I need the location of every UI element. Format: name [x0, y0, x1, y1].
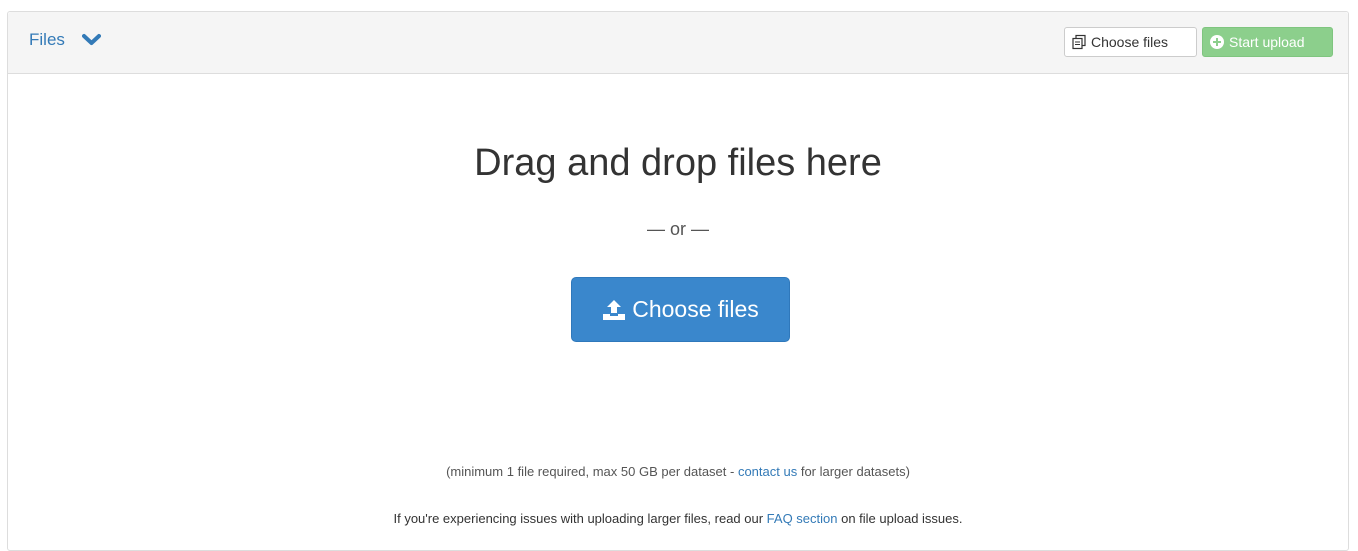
faq-section-link[interactable]: FAQ section — [767, 511, 838, 526]
files-label: Files — [29, 30, 65, 49]
choose-files-small-button[interactable]: Choose files — [1064, 27, 1197, 57]
limits-prefix: (minimum 1 file required, max 50 GB per … — [446, 464, 738, 479]
or-separator: — or — — [646, 219, 709, 239]
plus-circle-icon — [1209, 34, 1225, 50]
chevron-down-icon — [81, 33, 101, 47]
upload-limits-note: (minimum 1 file required, max 50 GB per … — [8, 464, 1348, 479]
copy-files-icon — [1071, 34, 1087, 50]
limits-suffix: for larger datasets) — [797, 464, 910, 479]
start-upload-button[interactable]: Start upload — [1202, 27, 1333, 57]
issues-prefix: If you're experiencing issues with uploa… — [393, 511, 767, 526]
choose-files-button[interactable]: Choose files — [571, 277, 790, 342]
start-upload-label: Start upload — [1229, 34, 1305, 50]
panel-header: Files Choose files Start upload — [8, 12, 1348, 74]
choose-files-small-label: Choose files — [1091, 34, 1169, 50]
upload-icon — [602, 299, 626, 321]
upload-panel: Files Choose files Start upload Drag and… — [7, 11, 1349, 551]
issues-suffix: on file upload issues. — [837, 511, 963, 526]
dropzone-title: Drag and drop files here — [474, 142, 882, 184]
contact-us-link[interactable]: contact us — [738, 464, 797, 479]
choose-files-label: Choose files — [632, 296, 759, 322]
upload-issues-note: If you're experiencing issues with uploa… — [8, 511, 1348, 526]
files-collapse-toggle[interactable]: Files — [29, 30, 101, 50]
